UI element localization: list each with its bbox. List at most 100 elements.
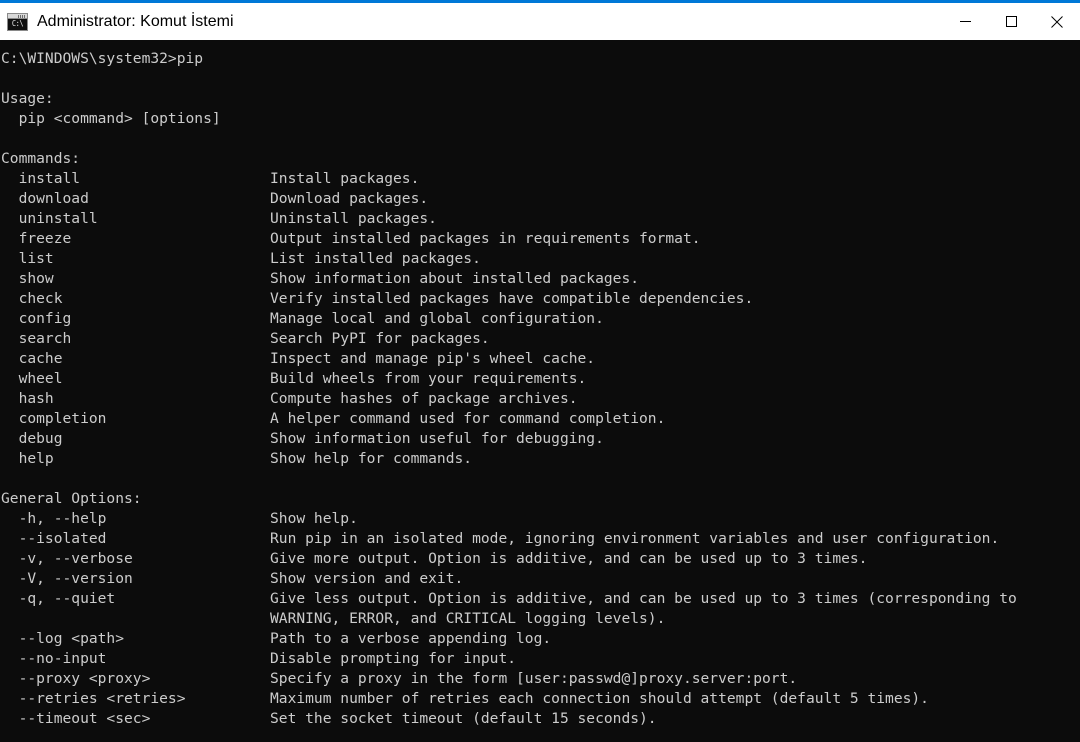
option-row-name: --retries <retries> [1, 690, 186, 707]
title-bar[interactable]: C:\ Administrator: Komut İstemi [0, 3, 1080, 40]
commands-header: Commands: [1, 150, 81, 167]
command-row-name: list [1, 250, 54, 267]
option-row-description: Give more output. Option is additive, an… [270, 550, 868, 567]
command-row: cache Inspect and manage pip's wheel cach… [0, 349, 1080, 369]
command-row: help Show help for commands. [0, 449, 1080, 469]
command-row-description: Output installed packages in requirement… [270, 230, 701, 247]
command-row-description: A helper command used for command comple… [270, 410, 666, 427]
command-row: check Verify installed packages have comp… [0, 289, 1080, 309]
option-row: --proxy <proxy> Specify a proxy in the fo… [0, 669, 1080, 689]
command-row: config Manage local and global configurat… [0, 309, 1080, 329]
window-title: Administrator: Komut İstemi [37, 12, 234, 30]
option-row: --no-input Disable prompting for input. [0, 649, 1080, 669]
terminal-output-area[interactable]: C:\WINDOWS\system32>pip Usage: pip <comm… [0, 40, 1080, 742]
option-row-description: WARNING, ERROR, and CRITICAL logging lev… [270, 610, 666, 627]
command-row: completion A helper command used for comm… [0, 409, 1080, 429]
option-row-name: -v, --verbose [1, 550, 133, 567]
command-row-name: download [1, 190, 89, 207]
option-row-description: Show version and exit. [270, 570, 464, 587]
commands-list: install Install packages. download Downloa… [0, 169, 1080, 469]
cmd-icon[interactable]: C:\ [7, 12, 28, 31]
command-row: wheel Build wheels from your requirements… [0, 369, 1080, 389]
prompt-line: C:\WINDOWS\system32>pip [1, 50, 204, 67]
option-row-description: Show help. [270, 510, 358, 527]
command-prompt-window: C:\ Administrator: Komut İstemi C:\WINDO… [0, 0, 1080, 742]
command-row-description: Search PyPI for packages. [270, 330, 490, 347]
usage-header: Usage: [1, 90, 54, 107]
option-row: -V, --version Show version and exit. [0, 569, 1080, 589]
command-row-name: search [1, 330, 72, 347]
command-row: uninstall Uninstall packages. [0, 209, 1080, 229]
command-row: install Install packages. [0, 169, 1080, 189]
command-row-description: List installed packages. [270, 250, 481, 267]
option-row-description: Path to a verbose appending log. [270, 630, 552, 647]
command-row-description: Compute hashes of package archives. [270, 390, 578, 407]
minimize-icon [959, 21, 971, 22]
option-row-description: Run pip in an isolated mode, ignoring en… [270, 530, 1000, 547]
command-row-description: Verify installed packages have compatibl… [270, 290, 754, 307]
command-row: show Show information about installed pac… [0, 269, 1080, 289]
command-row: search Search PyPI for packages. [0, 329, 1080, 349]
general-options-list: -h, --help Show help. --isolated Run pip i… [0, 509, 1080, 729]
option-row-description: Specify a proxy in the form [user:passwd… [270, 670, 798, 687]
option-row-name: -V, --version [1, 570, 133, 587]
option-row: --retries <retries> Maximum number of ret… [0, 689, 1080, 709]
command-row-name: cache [1, 350, 63, 367]
option-row: -h, --help Show help. [0, 509, 1080, 529]
command-row-name: completion [1, 410, 107, 427]
option-row-description: Disable prompting for input. [270, 650, 517, 667]
general-options-header: General Options: [1, 490, 142, 507]
command-row: download Download packages. [0, 189, 1080, 209]
command-row-description: Install packages. [270, 170, 420, 187]
command-row: debug Show information useful for debuggi… [0, 429, 1080, 449]
command-row-name: help [1, 450, 54, 467]
command-row-name: uninstall [1, 210, 98, 227]
command-row: list List installed packages. [0, 249, 1080, 269]
option-row-description: Set the socket timeout (default 15 secon… [270, 710, 657, 727]
option-row-description: Maximum number of retries each connectio… [270, 690, 929, 707]
command-row-description: Show information about installed package… [270, 270, 640, 287]
option-row-name [1, 609, 270, 629]
option-row-description: Give less output. Option is additive, an… [270, 590, 1017, 607]
command-row-description: Show help for commands. [270, 450, 473, 467]
usage-line: pip <command> [options] [1, 110, 221, 127]
option-row-name: --timeout <sec> [1, 710, 151, 727]
window-controls [942, 3, 1080, 40]
cmd-icon-screen: C:\ [8, 18, 27, 30]
command-row-name: install [1, 170, 81, 187]
title-bar-left: C:\ Administrator: Komut İstemi [0, 3, 234, 40]
option-row: WARNING, ERROR, and CRITICAL logging lev… [0, 609, 1080, 629]
command-row: freeze Output installed packages in requi… [0, 229, 1080, 249]
command-row-name: show [1, 270, 54, 287]
command-row: hash Compute hashes of package archives. [0, 389, 1080, 409]
option-row: --timeout <sec> Set the socket timeout (d… [0, 709, 1080, 729]
option-row: -v, --verbose Give more output. Option is… [0, 549, 1080, 569]
close-icon [1051, 15, 1063, 28]
option-row-name: -q, --quiet [1, 590, 116, 607]
command-row-description: Manage local and global configuration. [270, 310, 604, 327]
option-row: -q, --quiet Give less output. Option is a… [0, 589, 1080, 609]
command-row-name: wheel [1, 370, 63, 387]
minimize-button[interactable] [942, 3, 988, 40]
option-row-name: --no-input [1, 650, 107, 667]
cmd-icon-prompt-text: C:\ [11, 18, 24, 29]
command-row-name: config [1, 310, 72, 327]
maximize-button[interactable] [988, 3, 1034, 40]
command-row-name: debug [1, 430, 63, 447]
command-row-name: freeze [1, 230, 72, 247]
command-row-description: Uninstall packages. [270, 210, 437, 227]
option-row-name: -h, --help [1, 510, 107, 527]
close-button[interactable] [1034, 3, 1080, 40]
command-row-name: hash [1, 390, 54, 407]
option-row-name: --proxy <proxy> [1, 670, 151, 687]
option-row: --isolated Run pip in an isolated mode, i… [0, 529, 1080, 549]
command-row-description: Show information useful for debugging. [270, 430, 604, 447]
option-row-name: --isolated [1, 530, 107, 547]
maximize-icon [1005, 16, 1017, 27]
command-row-description: Inspect and manage pip's wheel cache. [270, 350, 596, 367]
command-row-name: check [1, 290, 63, 307]
command-row-description: Download packages. [270, 190, 429, 207]
